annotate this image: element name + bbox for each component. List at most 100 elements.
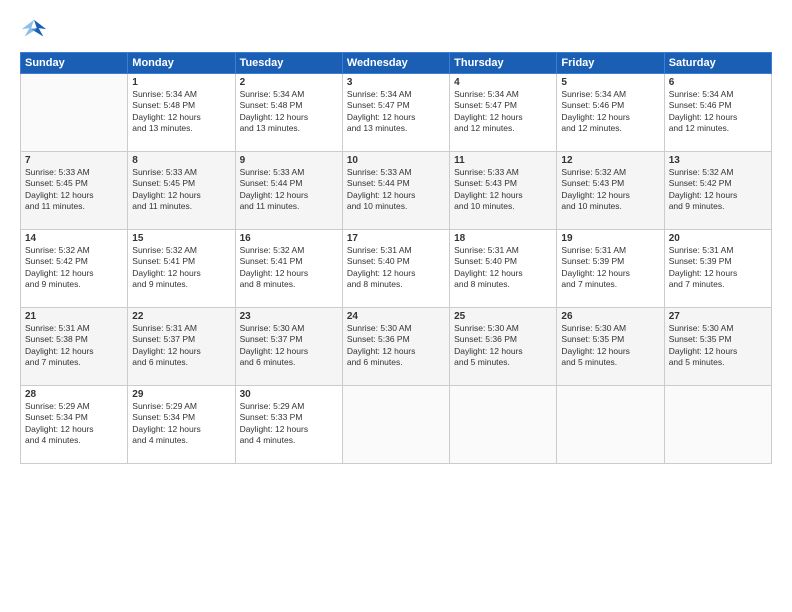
day-info: Sunrise: 5:30 AM Sunset: 5:35 PM Dayligh…: [669, 323, 767, 369]
calendar-cell: 21Sunrise: 5:31 AM Sunset: 5:38 PM Dayli…: [21, 308, 128, 386]
day-number: 11: [454, 155, 552, 166]
calendar-cell: 2Sunrise: 5:34 AM Sunset: 5:48 PM Daylig…: [235, 74, 342, 152]
calendar-cell: [557, 386, 664, 464]
calendar-cell: 24Sunrise: 5:30 AM Sunset: 5:36 PM Dayli…: [342, 308, 449, 386]
calendar-cell: 9Sunrise: 5:33 AM Sunset: 5:44 PM Daylig…: [235, 152, 342, 230]
day-number: 23: [240, 311, 338, 322]
day-info: Sunrise: 5:29 AM Sunset: 5:34 PM Dayligh…: [25, 401, 123, 447]
day-info: Sunrise: 5:32 AM Sunset: 5:41 PM Dayligh…: [240, 245, 338, 291]
col-header-saturday: Saturday: [664, 53, 771, 74]
calendar-week-5: 28Sunrise: 5:29 AM Sunset: 5:34 PM Dayli…: [21, 386, 772, 464]
day-info: Sunrise: 5:34 AM Sunset: 5:46 PM Dayligh…: [669, 89, 767, 135]
calendar-cell: 8Sunrise: 5:33 AM Sunset: 5:45 PM Daylig…: [128, 152, 235, 230]
logo: [20, 16, 52, 44]
day-number: 4: [454, 77, 552, 88]
day-info: Sunrise: 5:31 AM Sunset: 5:39 PM Dayligh…: [669, 245, 767, 291]
calendar-cell: 4Sunrise: 5:34 AM Sunset: 5:47 PM Daylig…: [450, 74, 557, 152]
calendar-cell: 25Sunrise: 5:30 AM Sunset: 5:36 PM Dayli…: [450, 308, 557, 386]
calendar-week-3: 14Sunrise: 5:32 AM Sunset: 5:42 PM Dayli…: [21, 230, 772, 308]
day-info: Sunrise: 5:33 AM Sunset: 5:44 PM Dayligh…: [347, 167, 445, 213]
day-info: Sunrise: 5:29 AM Sunset: 5:34 PM Dayligh…: [132, 401, 230, 447]
day-info: Sunrise: 5:31 AM Sunset: 5:40 PM Dayligh…: [454, 245, 552, 291]
day-number: 1: [132, 77, 230, 88]
calendar-cell: 11Sunrise: 5:33 AM Sunset: 5:43 PM Dayli…: [450, 152, 557, 230]
day-info: Sunrise: 5:32 AM Sunset: 5:42 PM Dayligh…: [669, 167, 767, 213]
day-number: 30: [240, 389, 338, 400]
calendar-cell: 27Sunrise: 5:30 AM Sunset: 5:35 PM Dayli…: [664, 308, 771, 386]
day-number: 10: [347, 155, 445, 166]
calendar-cell: [21, 74, 128, 152]
calendar-cell: 22Sunrise: 5:31 AM Sunset: 5:37 PM Dayli…: [128, 308, 235, 386]
col-header-sunday: Sunday: [21, 53, 128, 74]
day-info: Sunrise: 5:30 AM Sunset: 5:37 PM Dayligh…: [240, 323, 338, 369]
day-info: Sunrise: 5:34 AM Sunset: 5:48 PM Dayligh…: [132, 89, 230, 135]
calendar-cell: 30Sunrise: 5:29 AM Sunset: 5:33 PM Dayli…: [235, 386, 342, 464]
day-number: 6: [669, 77, 767, 88]
day-number: 20: [669, 233, 767, 244]
calendar-cell: 12Sunrise: 5:32 AM Sunset: 5:43 PM Dayli…: [557, 152, 664, 230]
calendar-cell: 3Sunrise: 5:34 AM Sunset: 5:47 PM Daylig…: [342, 74, 449, 152]
logo-bird-icon: [20, 16, 48, 44]
day-number: 25: [454, 311, 552, 322]
calendar-week-2: 7Sunrise: 5:33 AM Sunset: 5:45 PM Daylig…: [21, 152, 772, 230]
day-number: 8: [132, 155, 230, 166]
day-number: 3: [347, 77, 445, 88]
calendar-cell: [342, 386, 449, 464]
day-info: Sunrise: 5:32 AM Sunset: 5:41 PM Dayligh…: [132, 245, 230, 291]
day-number: 13: [669, 155, 767, 166]
calendar-cell: 23Sunrise: 5:30 AM Sunset: 5:37 PM Dayli…: [235, 308, 342, 386]
calendar-week-4: 21Sunrise: 5:31 AM Sunset: 5:38 PM Dayli…: [21, 308, 772, 386]
day-number: 16: [240, 233, 338, 244]
calendar-cell: 29Sunrise: 5:29 AM Sunset: 5:34 PM Dayli…: [128, 386, 235, 464]
day-number: 17: [347, 233, 445, 244]
day-number: 12: [561, 155, 659, 166]
day-info: Sunrise: 5:30 AM Sunset: 5:36 PM Dayligh…: [347, 323, 445, 369]
calendar-cell: 13Sunrise: 5:32 AM Sunset: 5:42 PM Dayli…: [664, 152, 771, 230]
calendar-cell: 10Sunrise: 5:33 AM Sunset: 5:44 PM Dayli…: [342, 152, 449, 230]
calendar-cell: 15Sunrise: 5:32 AM Sunset: 5:41 PM Dayli…: [128, 230, 235, 308]
day-number: 24: [347, 311, 445, 322]
day-number: 19: [561, 233, 659, 244]
calendar-cell: 28Sunrise: 5:29 AM Sunset: 5:34 PM Dayli…: [21, 386, 128, 464]
calendar-week-1: 1Sunrise: 5:34 AM Sunset: 5:48 PM Daylig…: [21, 74, 772, 152]
day-info: Sunrise: 5:34 AM Sunset: 5:46 PM Dayligh…: [561, 89, 659, 135]
calendar-cell: 5Sunrise: 5:34 AM Sunset: 5:46 PM Daylig…: [557, 74, 664, 152]
calendar-cell: 18Sunrise: 5:31 AM Sunset: 5:40 PM Dayli…: [450, 230, 557, 308]
day-number: 28: [25, 389, 123, 400]
col-header-tuesday: Tuesday: [235, 53, 342, 74]
calendar-cell: 19Sunrise: 5:31 AM Sunset: 5:39 PM Dayli…: [557, 230, 664, 308]
day-info: Sunrise: 5:32 AM Sunset: 5:43 PM Dayligh…: [561, 167, 659, 213]
day-number: 29: [132, 389, 230, 400]
calendar-cell: 6Sunrise: 5:34 AM Sunset: 5:46 PM Daylig…: [664, 74, 771, 152]
day-info: Sunrise: 5:32 AM Sunset: 5:42 PM Dayligh…: [25, 245, 123, 291]
calendar-cell: [450, 386, 557, 464]
day-info: Sunrise: 5:31 AM Sunset: 5:40 PM Dayligh…: [347, 245, 445, 291]
calendar-cell: 7Sunrise: 5:33 AM Sunset: 5:45 PM Daylig…: [21, 152, 128, 230]
day-info: Sunrise: 5:33 AM Sunset: 5:43 PM Dayligh…: [454, 167, 552, 213]
day-number: 18: [454, 233, 552, 244]
day-number: 21: [25, 311, 123, 322]
day-number: 7: [25, 155, 123, 166]
calendar-header-row: SundayMondayTuesdayWednesdayThursdayFrid…: [21, 53, 772, 74]
day-info: Sunrise: 5:29 AM Sunset: 5:33 PM Dayligh…: [240, 401, 338, 447]
col-header-monday: Monday: [128, 53, 235, 74]
day-number: 2: [240, 77, 338, 88]
col-header-friday: Friday: [557, 53, 664, 74]
col-header-thursday: Thursday: [450, 53, 557, 74]
day-info: Sunrise: 5:33 AM Sunset: 5:44 PM Dayligh…: [240, 167, 338, 213]
day-number: 9: [240, 155, 338, 166]
day-info: Sunrise: 5:34 AM Sunset: 5:47 PM Dayligh…: [454, 89, 552, 135]
col-header-wednesday: Wednesday: [342, 53, 449, 74]
day-number: 14: [25, 233, 123, 244]
day-number: 27: [669, 311, 767, 322]
day-info: Sunrise: 5:34 AM Sunset: 5:47 PM Dayligh…: [347, 89, 445, 135]
day-number: 5: [561, 77, 659, 88]
day-info: Sunrise: 5:31 AM Sunset: 5:37 PM Dayligh…: [132, 323, 230, 369]
day-info: Sunrise: 5:30 AM Sunset: 5:36 PM Dayligh…: [454, 323, 552, 369]
calendar-cell: [664, 386, 771, 464]
calendar-cell: 17Sunrise: 5:31 AM Sunset: 5:40 PM Dayli…: [342, 230, 449, 308]
day-number: 26: [561, 311, 659, 322]
page-header: [20, 16, 772, 44]
day-info: Sunrise: 5:31 AM Sunset: 5:39 PM Dayligh…: [561, 245, 659, 291]
day-info: Sunrise: 5:30 AM Sunset: 5:35 PM Dayligh…: [561, 323, 659, 369]
